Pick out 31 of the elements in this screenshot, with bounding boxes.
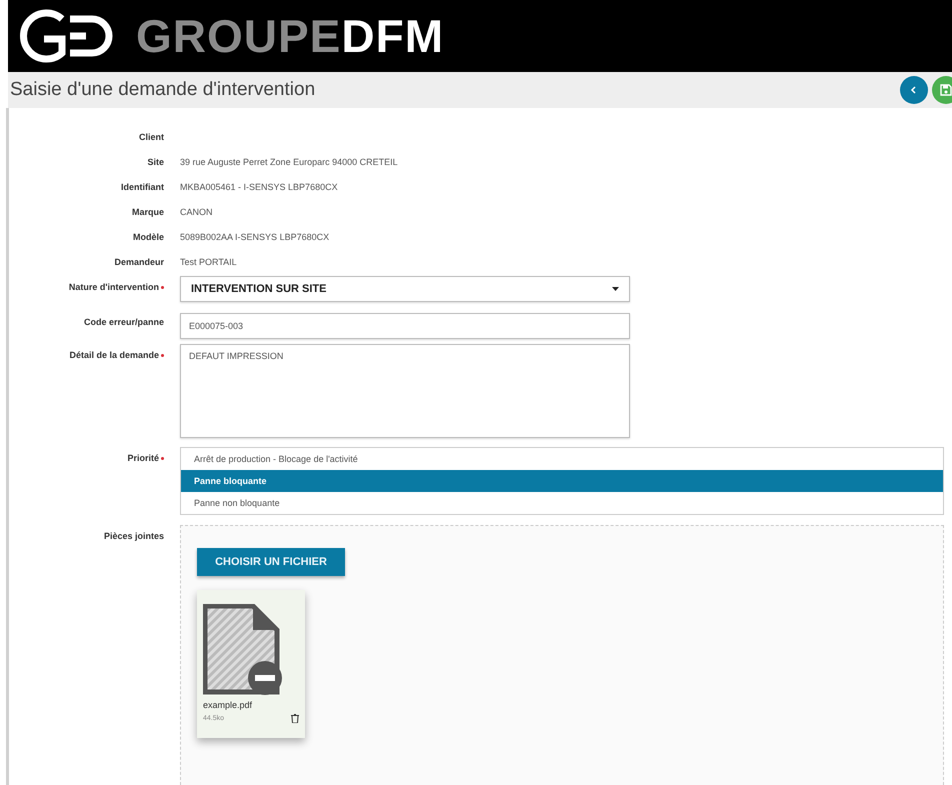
save-icon bbox=[940, 84, 952, 96]
field-label: Détail de la demande bbox=[69, 350, 159, 360]
field-label: Demandeur bbox=[113, 256, 164, 267]
chevron-left-icon bbox=[910, 86, 918, 94]
field-value: 5089B002AA I-SENSYS LBP7680CX bbox=[180, 231, 330, 242]
text-area[interactable]: DEFAUT IMPRESSION bbox=[180, 344, 630, 438]
page-title: Saisie d'une demande d'intervention bbox=[10, 79, 316, 101]
field-label: Priorité bbox=[127, 453, 159, 463]
save-button[interactable] bbox=[932, 76, 952, 104]
field-label: Client bbox=[138, 131, 164, 142]
list-option[interactable]: Panne bloquante bbox=[181, 470, 943, 492]
select-field[interactable]: INTERVENTION SUR SITE bbox=[180, 276, 630, 302]
field-label: Site bbox=[146, 156, 164, 167]
trash-icon[interactable] bbox=[291, 714, 299, 723]
back-button[interactable] bbox=[900, 76, 928, 104]
field-label: Code erreur/panne bbox=[84, 317, 164, 327]
field-value: 39 rue Auguste Perret Zone Europarc 94000 CRETEIL bbox=[180, 156, 399, 167]
caret-icon bbox=[612, 287, 619, 291]
file-name: example.pdf bbox=[203, 700, 254, 710]
field-label: Identifiant bbox=[120, 181, 164, 192]
field-label: Pièces jointes bbox=[102, 530, 164, 541]
brand-name: GROUPEDFM bbox=[136, 9, 444, 63]
field-label: Nature d'intervention bbox=[68, 282, 159, 292]
choose-file-button[interactable]: CHOISIR UN FICHIER bbox=[197, 548, 345, 576]
field-value: Test PORTAIL bbox=[180, 256, 238, 267]
field-value: MKBA005461 - I-SENSYS LBP7680CX bbox=[180, 181, 339, 192]
file-icon bbox=[203, 604, 283, 696]
field-label: Modèle bbox=[132, 231, 164, 242]
input-field[interactable]: E000075-003 bbox=[180, 313, 630, 339]
field-label: Marque bbox=[130, 206, 164, 217]
field-value: CANON bbox=[180, 206, 214, 217]
